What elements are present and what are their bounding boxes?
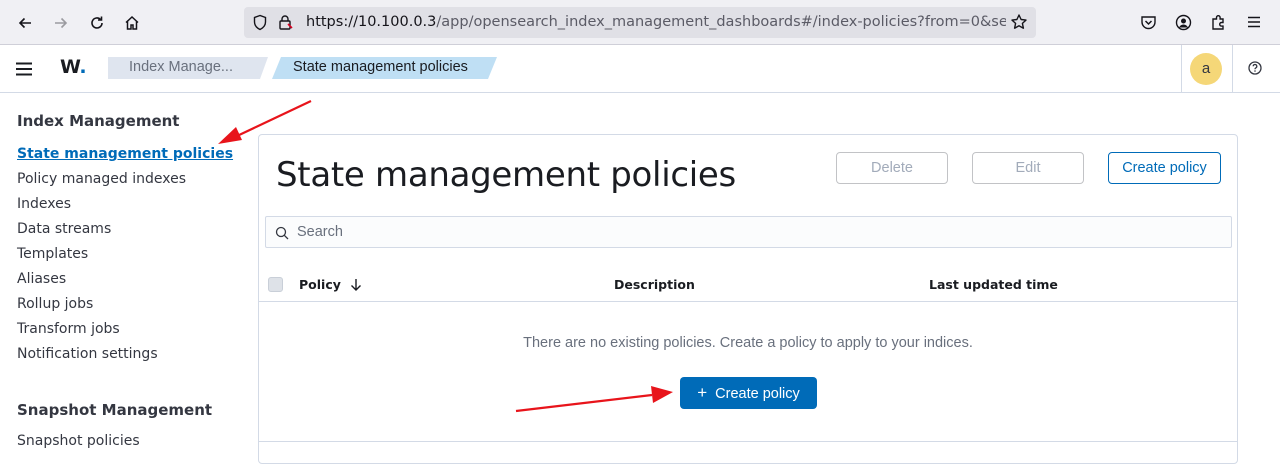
shield-icon[interactable]: [252, 14, 268, 36]
column-header-description[interactable]: Description: [614, 277, 695, 292]
edit-button[interactable]: Edit: [972, 152, 1084, 184]
header-divider: [1181, 45, 1182, 92]
browser-toolbar: https://10.100.0.3/app/opensearch_index_…: [0, 0, 1280, 45]
panel-divider: [259, 441, 1237, 442]
home-icon[interactable]: [118, 9, 146, 37]
sidebar-item-templates[interactable]: Templates: [17, 246, 88, 262]
search-placeholder: Search: [297, 224, 343, 240]
breadcrumb-current: State management policies: [272, 57, 497, 79]
back-icon[interactable]: [11, 9, 39, 37]
empty-create-policy-label: Create policy: [715, 386, 800, 402]
sidebar-item-data-streams[interactable]: Data streams: [17, 221, 111, 237]
policies-panel: State management policies Delete Edit Cr…: [258, 134, 1238, 464]
sidebar-item-rollup-jobs[interactable]: Rollup jobs: [17, 296, 93, 312]
hamburger-menu-icon[interactable]: [14, 59, 34, 79]
url-text: https://10.100.0.3/app/opensearch_index_…: [306, 14, 1006, 30]
user-avatar[interactable]: a: [1190, 53, 1222, 85]
sidebar-item-transform-jobs[interactable]: Transform jobs: [17, 321, 120, 337]
page-title: State management policies: [276, 155, 736, 195]
sidebar-item-state-management-policies[interactable]: State management policies: [17, 146, 233, 162]
search-icon: [275, 226, 289, 240]
lock-warning-icon[interactable]: [277, 14, 293, 36]
forward-icon[interactable]: [47, 9, 75, 37]
column-header-policy[interactable]: Policy: [299, 277, 362, 294]
column-header-last-updated-time[interactable]: Last updated time: [929, 277, 1058, 292]
sidebar-item-aliases[interactable]: Aliases: [17, 271, 66, 287]
sidebar-heading-index-management: Index Management: [17, 112, 180, 130]
create-policy-button[interactable]: Create policy: [1108, 152, 1221, 184]
sidebar-item-policy-managed-indexes[interactable]: Policy managed indexes: [17, 171, 186, 187]
sidebar-heading-snapshot-management: Snapshot Management: [17, 401, 213, 419]
reload-icon[interactable]: [83, 9, 111, 37]
pocket-icon[interactable]: [1140, 14, 1157, 36]
table-header: Policy Description Last updated time: [259, 270, 1237, 302]
header-divider: [1232, 45, 1233, 92]
select-all-checkbox[interactable]: [268, 277, 283, 292]
sidebar-item-snapshot-policies[interactable]: Snapshot policies: [17, 433, 140, 449]
bookmark-star-icon[interactable]: [1010, 13, 1028, 36]
empty-create-policy-button[interactable]: + Create policy: [680, 377, 817, 409]
search-field[interactable]: Search: [265, 216, 1232, 248]
column-label-policy: Policy: [299, 277, 341, 292]
sidebar-item-indexes[interactable]: Indexes: [17, 196, 71, 212]
account-icon[interactable]: [1175, 14, 1192, 36]
app-header: W. Index Manage... State management poli…: [0, 45, 1280, 93]
delete-button[interactable]: Delete: [836, 152, 948, 184]
sidebar-item-notification-settings[interactable]: Notification settings: [17, 346, 158, 362]
sort-arrow-down-icon: [350, 278, 362, 294]
logo-dot: .: [79, 56, 87, 78]
plus-icon: +: [697, 383, 708, 402]
breadcrumb-index-management[interactable]: Index Manage...: [108, 57, 268, 79]
address-bar[interactable]: https://10.100.0.3/app/opensearch_index_…: [244, 7, 1036, 38]
empty-state-message: There are no existing policies. Create a…: [523, 335, 973, 351]
menu-icon[interactable]: [1246, 14, 1262, 35]
app-logo[interactable]: W.: [60, 56, 87, 78]
logo-text: W: [60, 56, 80, 78]
help-icon[interactable]: [1247, 60, 1263, 76]
extensions-icon[interactable]: [1210, 13, 1228, 36]
